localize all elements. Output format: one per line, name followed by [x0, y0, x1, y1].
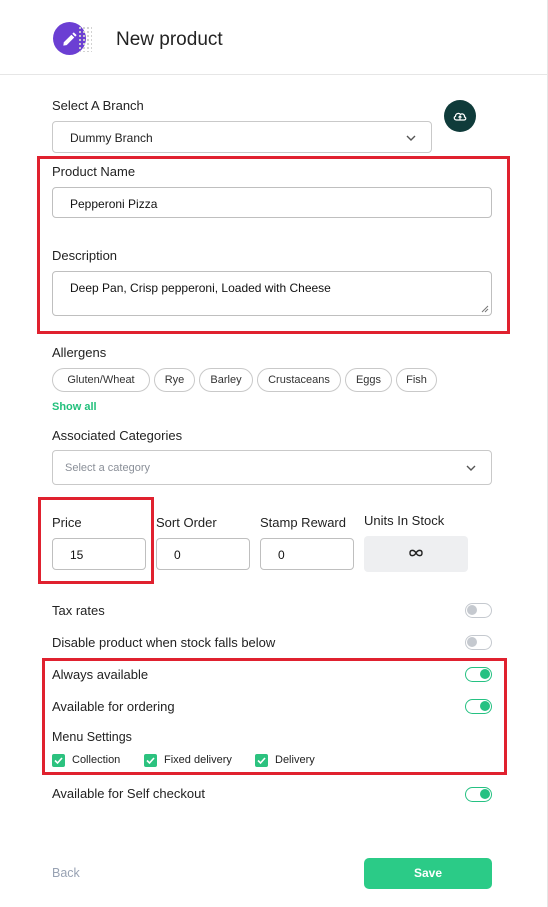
categories-label: Associated Categories: [52, 428, 183, 443]
branch-select[interactable]: Dummy Branch: [52, 121, 432, 153]
header: New product: [0, 0, 548, 75]
menu-settings-label: Menu Settings: [52, 730, 132, 744]
allergen-chip-fish[interactable]: Fish: [396, 368, 437, 392]
allergens-label: Allergens: [52, 345, 107, 360]
branch-label: Select A Branch: [52, 98, 144, 113]
collection-label: Collection: [72, 754, 121, 766]
upload-image-button[interactable]: [444, 100, 476, 132]
sort-order-label: Sort Order: [156, 515, 217, 530]
logo-dots: [78, 26, 92, 52]
description-textarea[interactable]: Deep Pan, Crisp pepperoni, Loaded with C…: [52, 271, 492, 316]
description-value: Deep Pan, Crisp pepperoni, Loaded with C…: [70, 281, 331, 295]
back-button[interactable]: Back: [52, 866, 80, 880]
disable-stock-toggle[interactable]: [465, 635, 492, 650]
delivery-label: Delivery: [275, 754, 315, 766]
allergen-chip-rye[interactable]: Rye: [154, 368, 195, 392]
allergen-chip-eggs[interactable]: Eggs: [345, 368, 392, 392]
product-name-input[interactable]: Pepperoni Pizza: [52, 187, 492, 218]
check-icon: [146, 757, 155, 765]
stamp-reward-label: Stamp Reward: [260, 515, 346, 530]
save-button[interactable]: Save: [364, 858, 492, 889]
disable-stock-label: Disable product when stock falls below: [52, 635, 276, 650]
chevron-down-icon: [466, 465, 476, 471]
description-label: Description: [52, 248, 118, 263]
price-input[interactable]: 15: [52, 538, 146, 570]
check-icon: [54, 757, 63, 765]
always-available-label: Always available: [52, 667, 149, 682]
self-checkout-label: Available for Self checkout: [52, 786, 205, 801]
tax-rates-toggle[interactable]: [465, 603, 492, 618]
resize-handle-icon[interactable]: [481, 305, 489, 313]
available-ordering-toggle[interactable]: [465, 699, 492, 714]
tax-rates-label: Tax rates: [52, 603, 105, 618]
price-value: 15: [70, 548, 84, 562]
sort-order-value: 0: [174, 548, 181, 562]
fixed-delivery-checkbox[interactable]: [144, 754, 157, 767]
product-form-panel: New product Select A Branch Dummy Branch…: [0, 0, 548, 907]
infinity-icon: [409, 549, 423, 557]
delivery-checkbox[interactable]: [255, 754, 268, 767]
pencil-icon: [63, 32, 77, 46]
sort-order-input[interactable]: 0: [156, 538, 250, 570]
stamp-reward-value: 0: [278, 548, 285, 562]
self-checkout-toggle[interactable]: [465, 787, 492, 802]
page-title: New product: [116, 29, 223, 50]
allergen-chip-barley[interactable]: Barley: [199, 368, 253, 392]
price-label: Price: [52, 515, 82, 530]
show-all-link[interactable]: Show all: [52, 401, 97, 413]
category-select[interactable]: Select a category: [52, 450, 492, 485]
cloud-upload-icon: [453, 112, 467, 121]
chevron-down-icon: [406, 135, 416, 141]
always-available-toggle[interactable]: [465, 667, 492, 682]
stamp-reward-input[interactable]: 0: [260, 538, 354, 570]
units-in-stock-label: Units In Stock: [364, 513, 445, 528]
collection-checkbox[interactable]: [52, 754, 65, 767]
allergen-chip-crustaceans[interactable]: Crustaceans: [257, 368, 341, 392]
fixed-delivery-label: Fixed delivery: [164, 754, 232, 766]
allergen-chip-gluten[interactable]: Gluten/Wheat: [52, 368, 150, 392]
units-in-stock-field[interactable]: [364, 536, 468, 572]
product-name-label: Product Name: [52, 164, 136, 179]
product-name-value: Pepperoni Pizza: [70, 197, 158, 211]
check-icon: [257, 757, 266, 765]
available-ordering-label: Available for ordering: [52, 699, 175, 714]
branch-value: Dummy Branch: [70, 131, 153, 145]
category-placeholder: Select a category: [65, 462, 150, 474]
